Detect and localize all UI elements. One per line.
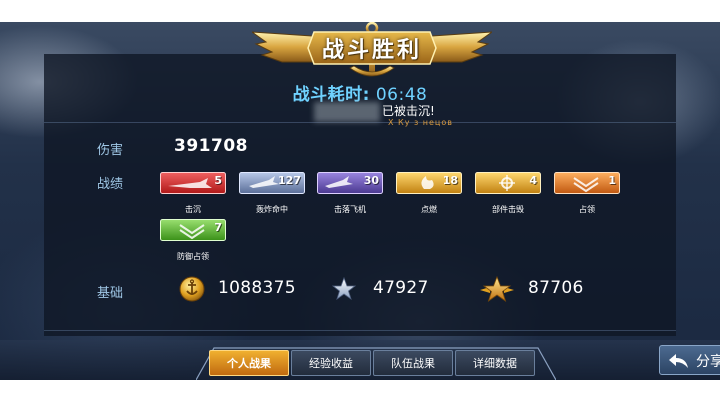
victory-title: 战斗胜利 [321, 38, 422, 63]
gold-star-value: 87706 [528, 278, 584, 298]
medal-caption: 部件击毁 [492, 205, 524, 214]
tab-team-results[interactable]: 队伍战果 [373, 350, 453, 376]
anchor-coin-icon [179, 276, 205, 302]
medal-ignite[interactable]: 18 [396, 172, 462, 194]
medal-count: 7 [214, 221, 222, 234]
medal-count: 1 [608, 174, 616, 187]
medal-caption: 点燃 [421, 205, 437, 214]
medal-defend-capture[interactable]: 7 [160, 219, 226, 241]
medal-parts-destroyed[interactable]: 4 [475, 172, 541, 194]
censored-player-name [314, 102, 380, 122]
medal-planes-downed[interactable]: 30 [317, 172, 383, 194]
share-label: 分享 [696, 354, 720, 370]
medal-caption: 击落飞机 [334, 205, 366, 214]
tab-detailed-data[interactable]: 详细数据 [455, 350, 535, 376]
share-button[interactable]: 分享 [659, 345, 720, 375]
divider [44, 330, 676, 331]
medal-count: 4 [529, 174, 537, 187]
medal-caption: 击沉 [185, 205, 201, 214]
medal-count: 18 [442, 174, 458, 187]
share-arrow-icon [669, 354, 688, 368]
medal-bomb-hit[interactable]: 127 [239, 172, 305, 194]
medal-count: 5 [214, 174, 222, 187]
tab-experience-gains[interactable]: 经验收益 [291, 350, 371, 376]
medal-count: 30 [363, 174, 379, 187]
silver-star-icon [332, 277, 356, 301]
coins-value: 1088375 [218, 278, 296, 298]
silver-star-value: 47927 [373, 278, 429, 298]
tab-personal-results[interactable]: 个人战果 [209, 350, 289, 376]
divider [44, 122, 676, 123]
sunk-message: 已被击沉! [382, 104, 435, 118]
gold-star-icon [480, 276, 514, 302]
medal-count: 127 [278, 174, 301, 187]
medal-sink[interactable]: 5 [160, 172, 226, 194]
sunk-ship-name: Х Ку з нецов [388, 118, 453, 127]
battle-result-screen: 战斗胜利 战斗耗时: 06:48 已被击沉! Х Ку з нецов 伤害 3… [0, 22, 720, 380]
victory-banner: 战斗胜利 [252, 22, 492, 84]
medal-caption: 防御占领 [177, 252, 209, 261]
record-label: 战绩 [97, 177, 124, 192]
medal-caption: 轰炸命中 [256, 205, 288, 214]
base-label: 基础 [97, 286, 124, 301]
damage-value: 391708 [174, 136, 248, 156]
medal-caption: 占领 [579, 205, 595, 214]
damage-label: 伤害 [97, 143, 124, 158]
medal-capture[interactable]: 1 [554, 172, 620, 194]
